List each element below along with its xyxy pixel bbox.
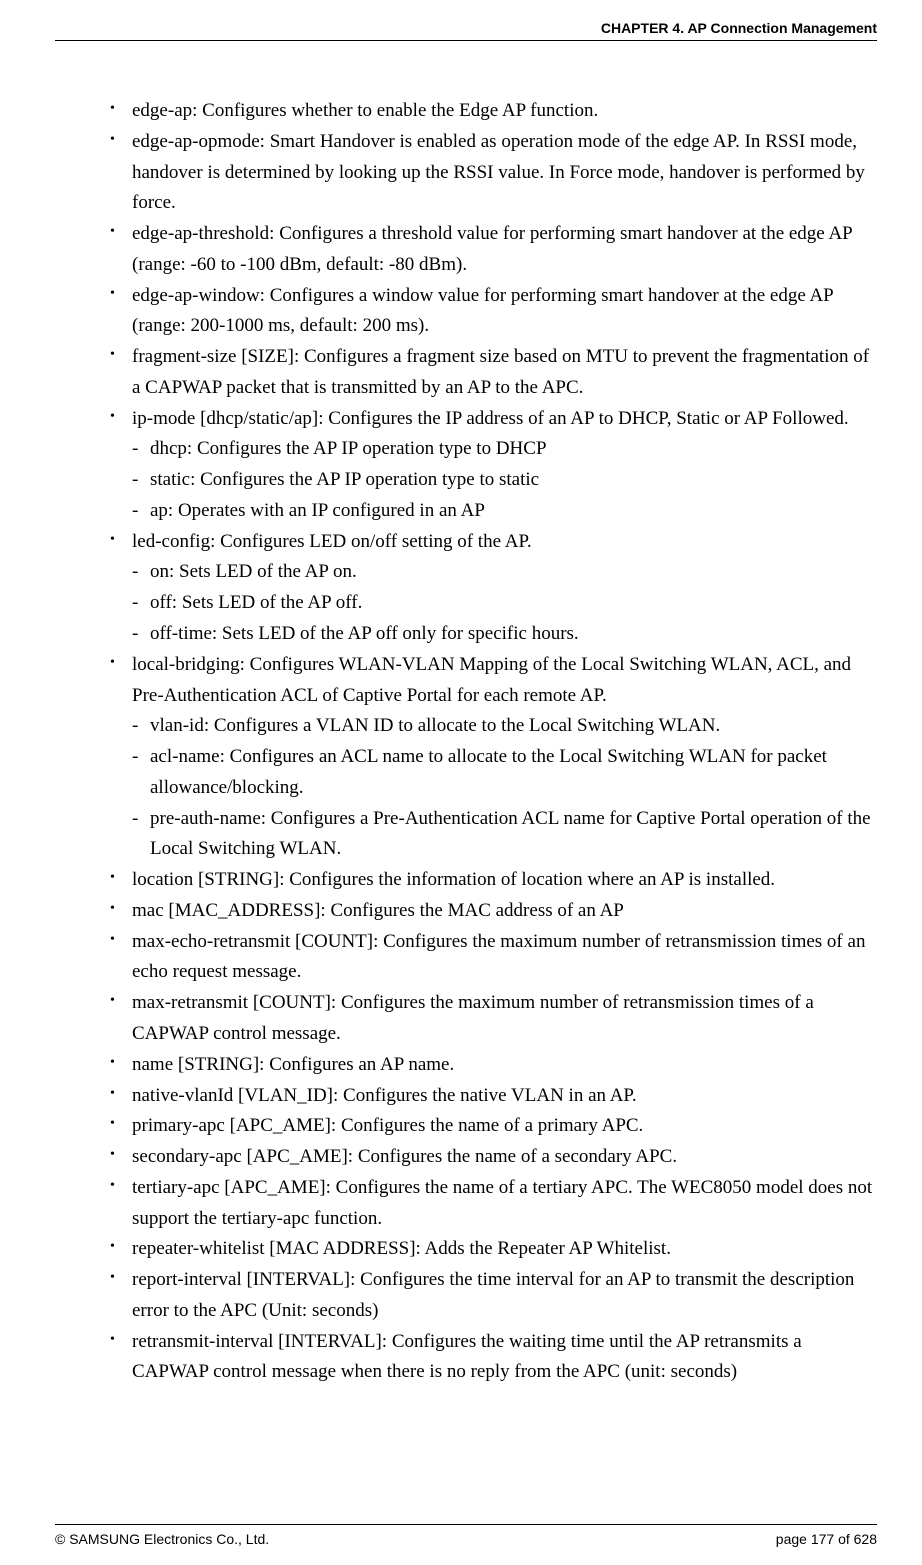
sub-item: acl-name: Configures an ACL name to allo… [132,742,877,804]
parameter-item: fragment-size [SIZE]: Configures a fragm… [110,342,877,404]
parameter-item: native-vlanId [VLAN_ID]: Configures the … [110,1081,877,1112]
parameter-item: tertiary-apc [APC_AME]: Configures the n… [110,1173,877,1235]
parameter-item: max-echo-retransmit [COUNT]: Configures … [110,927,877,989]
parameter-item: retransmit-interval [INTERVAL]: Configur… [110,1327,877,1389]
sub-list: on: Sets LED of the AP on.off: Sets LED … [132,557,877,649]
parameter-item: local-bridging: Configures WLAN-VLAN Map… [110,650,877,865]
parameter-text: secondary-apc [APC_AME]: Configures the … [132,1146,677,1167]
parameter-item: location [STRING]: Configures the inform… [110,865,877,896]
parameter-item: edge-ap-window: Configures a window valu… [110,281,877,343]
parameter-item: max-retransmit [COUNT]: Configures the m… [110,988,877,1050]
parameter-text: edge-ap: Configures whether to enable th… [132,100,598,121]
parameter-text: tertiary-apc [APC_AME]: Configures the n… [132,1177,872,1229]
sub-item: vlan-id: Configures a VLAN ID to allocat… [132,711,877,742]
parameter-item: edge-ap: Configures whether to enable th… [110,96,877,127]
footer-page-number: page 177 of 628 [776,1531,877,1547]
parameter-text: local-bridging: Configures WLAN-VLAN Map… [132,654,851,706]
page-content: edge-ap: Configures whether to enable th… [55,96,877,1494]
parameter-text: report-interval [INTERVAL]: Configures t… [132,1269,854,1321]
parameter-item: secondary-apc [APC_AME]: Configures the … [110,1142,877,1173]
parameter-item: report-interval [INTERVAL]: Configures t… [110,1265,877,1327]
parameter-text: ip-mode [dhcp/static/ap]: Configures the… [132,408,849,429]
sub-item: on: Sets LED of the AP on. [132,557,877,588]
parameter-item: edge-ap-threshold: Configures a threshol… [110,219,877,281]
parameter-text: retransmit-interval [INTERVAL]: Configur… [132,1331,802,1383]
parameter-item: primary-apc [APC_AME]: Configures the na… [110,1111,877,1142]
parameter-item: name [STRING]: Configures an AP name. [110,1050,877,1081]
chapter-title: CHAPTER 4. AP Connection Management [601,20,877,36]
sub-item: dhcp: Configures the AP IP operation typ… [132,434,877,465]
page-header: CHAPTER 4. AP Connection Management [55,20,877,41]
parameter-text: edge-ap-window: Configures a window valu… [132,285,833,337]
parameter-item: edge-ap-opmode: Smart Handover is enable… [110,127,877,219]
sub-item: ap: Operates with an IP configured in an… [132,496,877,527]
parameter-item: repeater-whitelist [MAC ADDRESS]: Adds t… [110,1234,877,1265]
parameter-text: location [STRING]: Configures the inform… [132,869,775,890]
parameter-text: edge-ap-threshold: Configures a threshol… [132,223,852,275]
page-footer: © SAMSUNG Electronics Co., Ltd. page 177… [55,1524,877,1565]
sub-item: off-time: Sets LED of the AP off only fo… [132,619,877,650]
parameter-text: max-echo-retransmit [COUNT]: Configures … [132,931,865,983]
parameter-item: led-config: Configures LED on/off settin… [110,527,877,650]
sub-item: pre-auth-name: Configures a Pre-Authenti… [132,804,877,866]
sub-list: dhcp: Configures the AP IP operation typ… [132,434,877,526]
parameter-list: edge-ap: Configures whether to enable th… [110,96,877,1388]
parameter-text: repeater-whitelist [MAC ADDRESS]: Adds t… [132,1238,671,1259]
footer-copyright: © SAMSUNG Electronics Co., Ltd. [55,1531,269,1547]
sub-list: vlan-id: Configures a VLAN ID to allocat… [132,711,877,865]
parameter-text: native-vlanId [VLAN_ID]: Configures the … [132,1085,637,1106]
parameter-item: mac [MAC_ADDRESS]: Configures the MAC ad… [110,896,877,927]
parameter-text: primary-apc [APC_AME]: Configures the na… [132,1115,643,1136]
parameter-text: edge-ap-opmode: Smart Handover is enable… [132,131,865,214]
parameter-text: led-config: Configures LED on/off settin… [132,531,532,552]
sub-item: off: Sets LED of the AP off. [132,588,877,619]
parameter-text: fragment-size [SIZE]: Configures a fragm… [132,346,869,398]
parameter-text: mac [MAC_ADDRESS]: Configures the MAC ad… [132,900,624,921]
parameter-text: max-retransmit [COUNT]: Configures the m… [132,992,814,1044]
sub-item: static: Configures the AP IP operation t… [132,465,877,496]
parameter-text: name [STRING]: Configures an AP name. [132,1054,454,1075]
parameter-item: ip-mode [dhcp/static/ap]: Configures the… [110,404,877,527]
